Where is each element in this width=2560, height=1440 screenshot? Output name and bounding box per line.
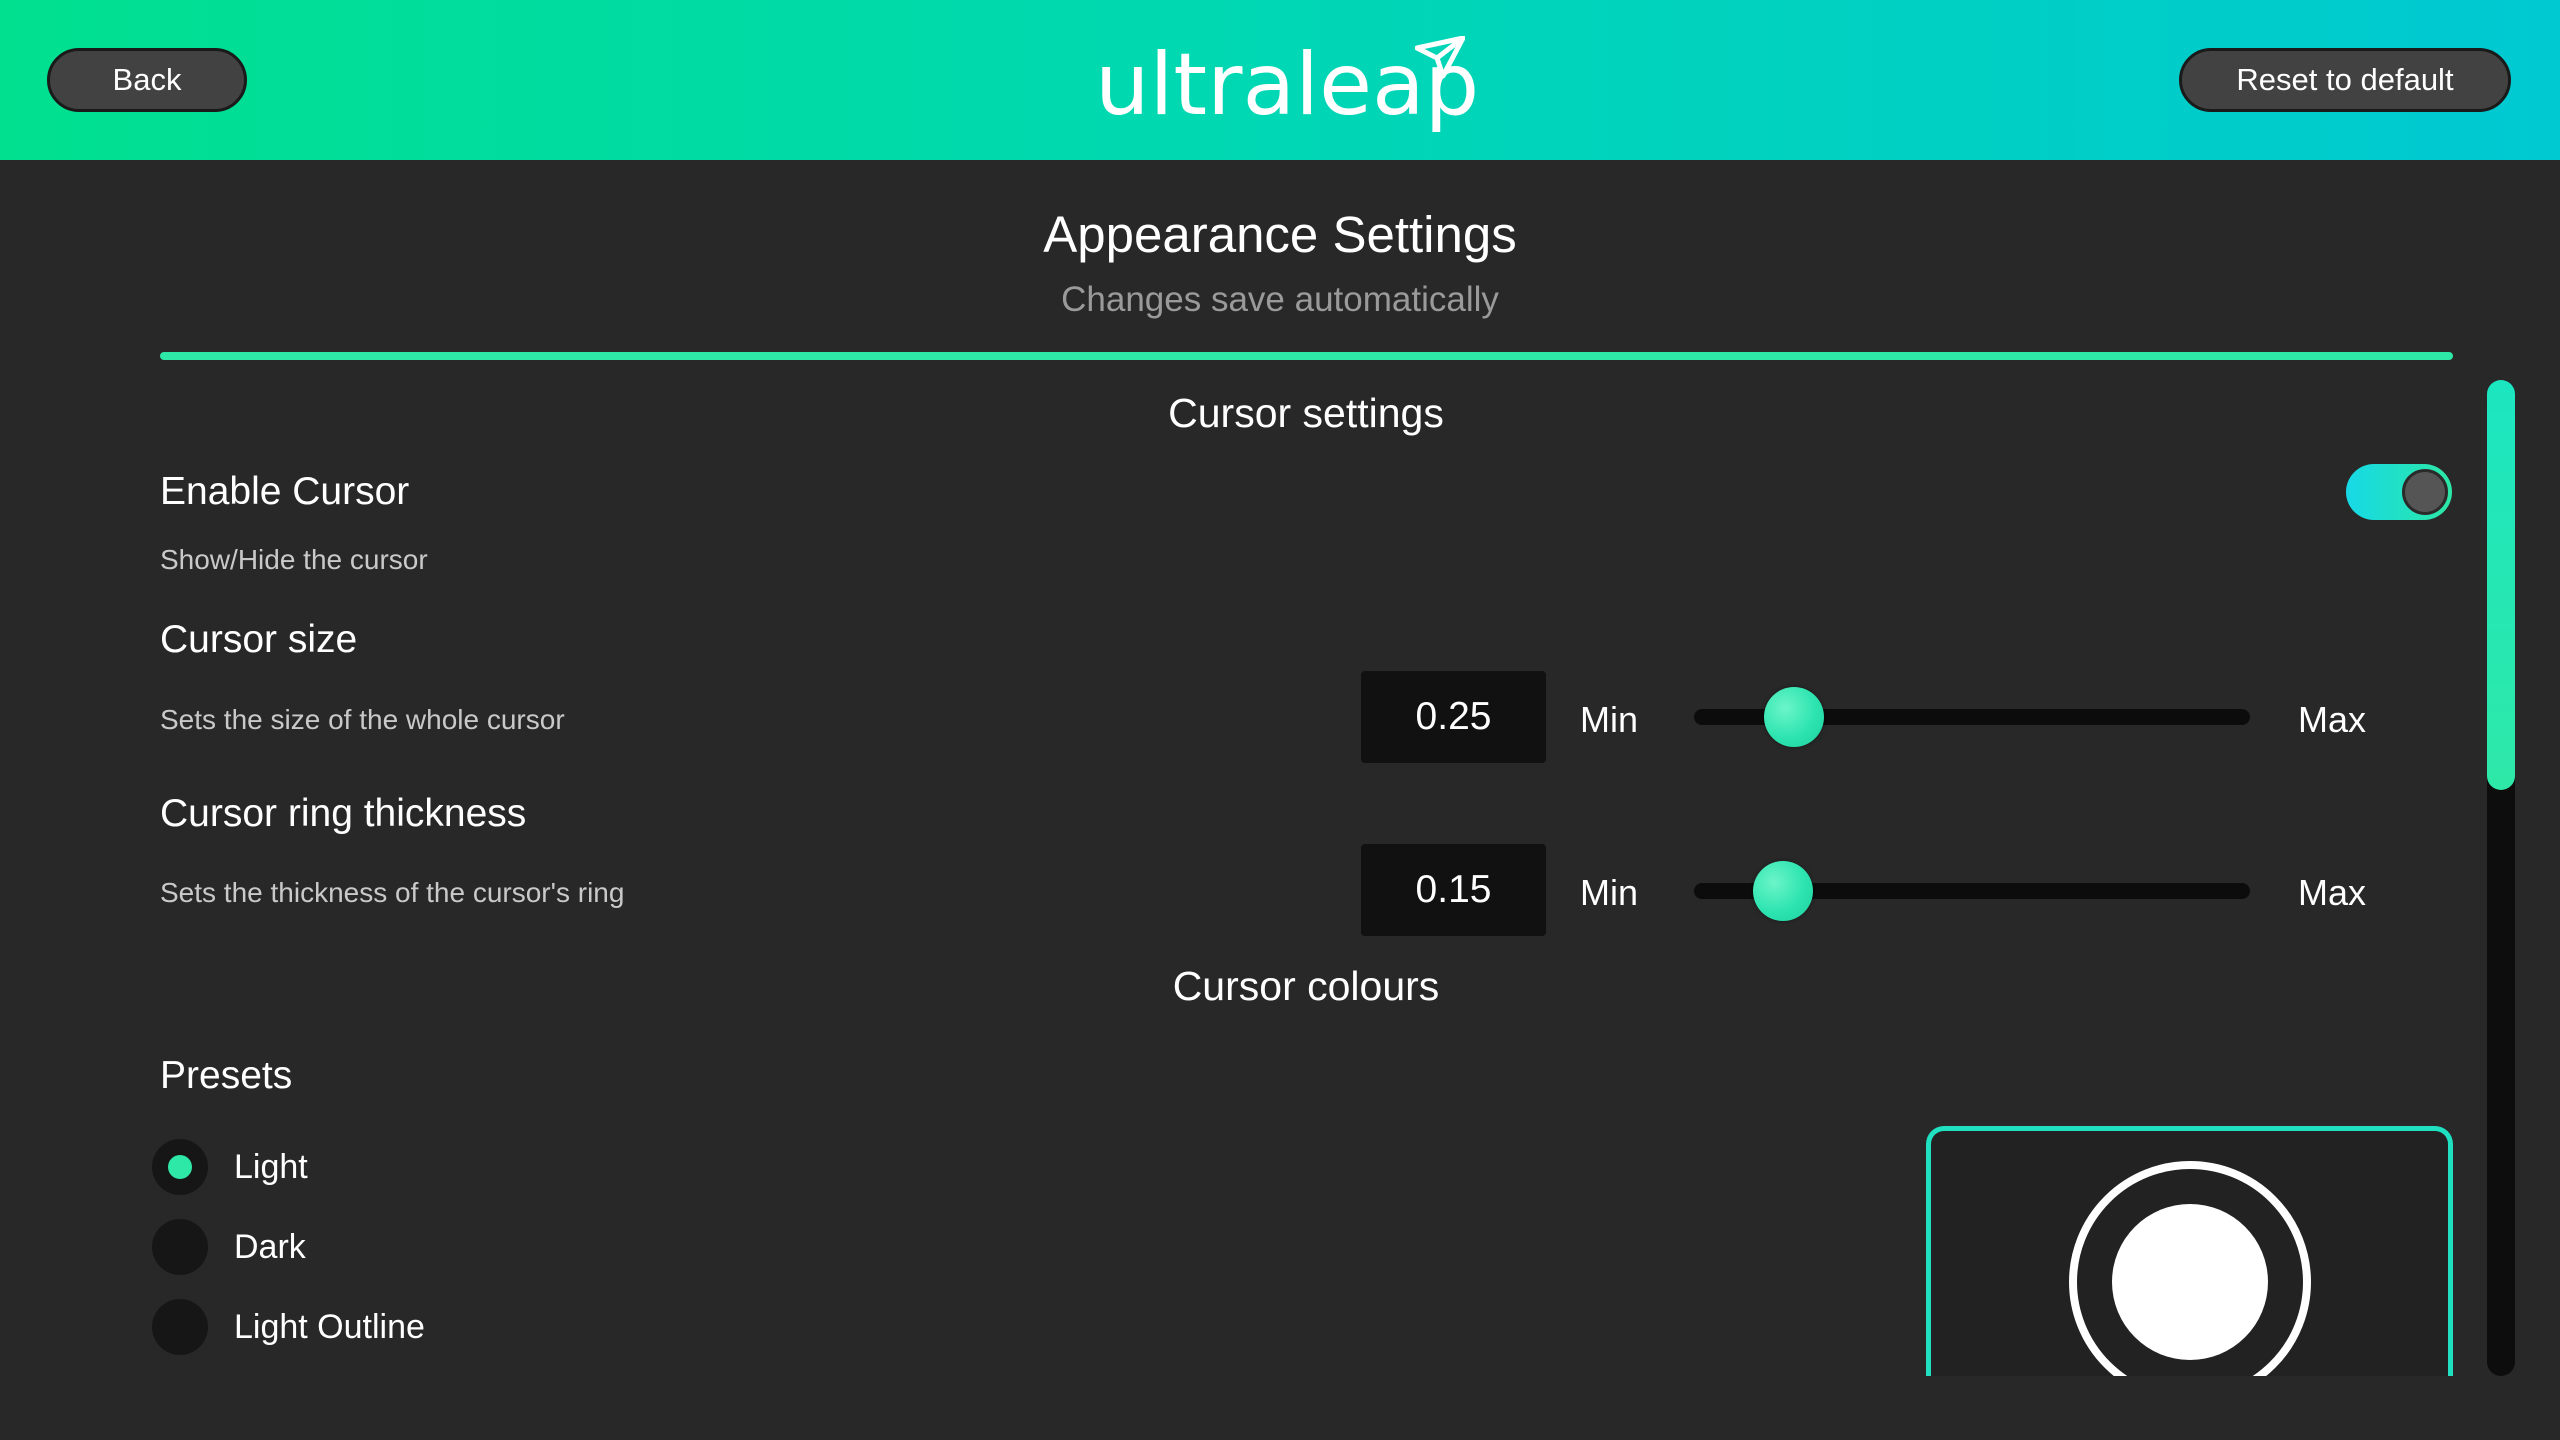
reset-to-default-button[interactable]: Reset to default [2179,48,2511,112]
header-bar: Back ultraleap Reset to default [0,0,2560,160]
toggle-knob [2402,469,2448,515]
enable-cursor-toggle[interactable] [2346,464,2452,520]
back-button[interactable]: Back [47,48,247,112]
page-subtitle: Changes save automatically [1061,280,1499,319]
preset-option-dark[interactable]: Dark [152,1217,306,1277]
radio-button[interactable] [152,1139,208,1195]
preset-option-light[interactable]: Light [152,1137,308,1197]
radio-button[interactable] [152,1299,208,1355]
section-title-cursor-colours: Cursor colours [1172,963,1440,1009]
ring-thickness-label: Cursor ring thickness [160,792,527,835]
section-title-cursor-settings: Cursor settings [1168,390,1444,436]
ring-thickness-slider-thumb[interactable] [1752,861,1813,921]
cursor-size-slider[interactable] [1694,687,2250,747]
preset-label: Light Outline [234,1307,425,1346]
cursor-size-label: Cursor size [160,618,358,661]
cursor-size-min-label: Min [1580,699,1639,740]
cursor-preview-panel [1926,1126,2453,1376]
title-divider [160,352,2453,360]
presets-label: Presets [160,1054,293,1097]
scrollbar[interactable] [2487,380,2515,1376]
preset-option-light-outline[interactable]: Light Outline [152,1297,425,1357]
enable-cursor-label: Enable Cursor [160,470,410,513]
cursor-size-description: Sets the size of the whole cursor [160,704,565,735]
radio-button[interactable] [152,1219,208,1275]
cursor-preview-ring [2069,1161,2311,1376]
cursor-preview-dot [2112,1204,2268,1360]
scrollbar-thumb[interactable] [2487,380,2515,790]
ring-thickness-slider[interactable] [1694,861,2250,921]
logo-bird-icon [1415,36,1465,79]
radio-selected-dot [168,1155,192,1179]
ring-thickness-max-label: Max [2298,872,2367,913]
cursor-size-max-label: Max [2298,699,2367,740]
ultraleap-logo: ultraleap [1095,30,1479,140]
preset-label: Dark [234,1227,306,1266]
preset-label: Light [234,1147,308,1186]
ring-thickness-min-label: Min [1580,872,1639,913]
cursor-size-value-input[interactable]: 0.25 [1361,671,1546,763]
cursor-size-slider-thumb[interactable] [1764,687,1825,747]
enable-cursor-description: Show/Hide the cursor [160,544,428,575]
ring-thickness-description: Sets the thickness of the cursor's ring [160,877,625,908]
page-title: Appearance Settings [1043,206,1517,263]
ring-thickness-value-input[interactable]: 0.15 [1361,844,1546,936]
